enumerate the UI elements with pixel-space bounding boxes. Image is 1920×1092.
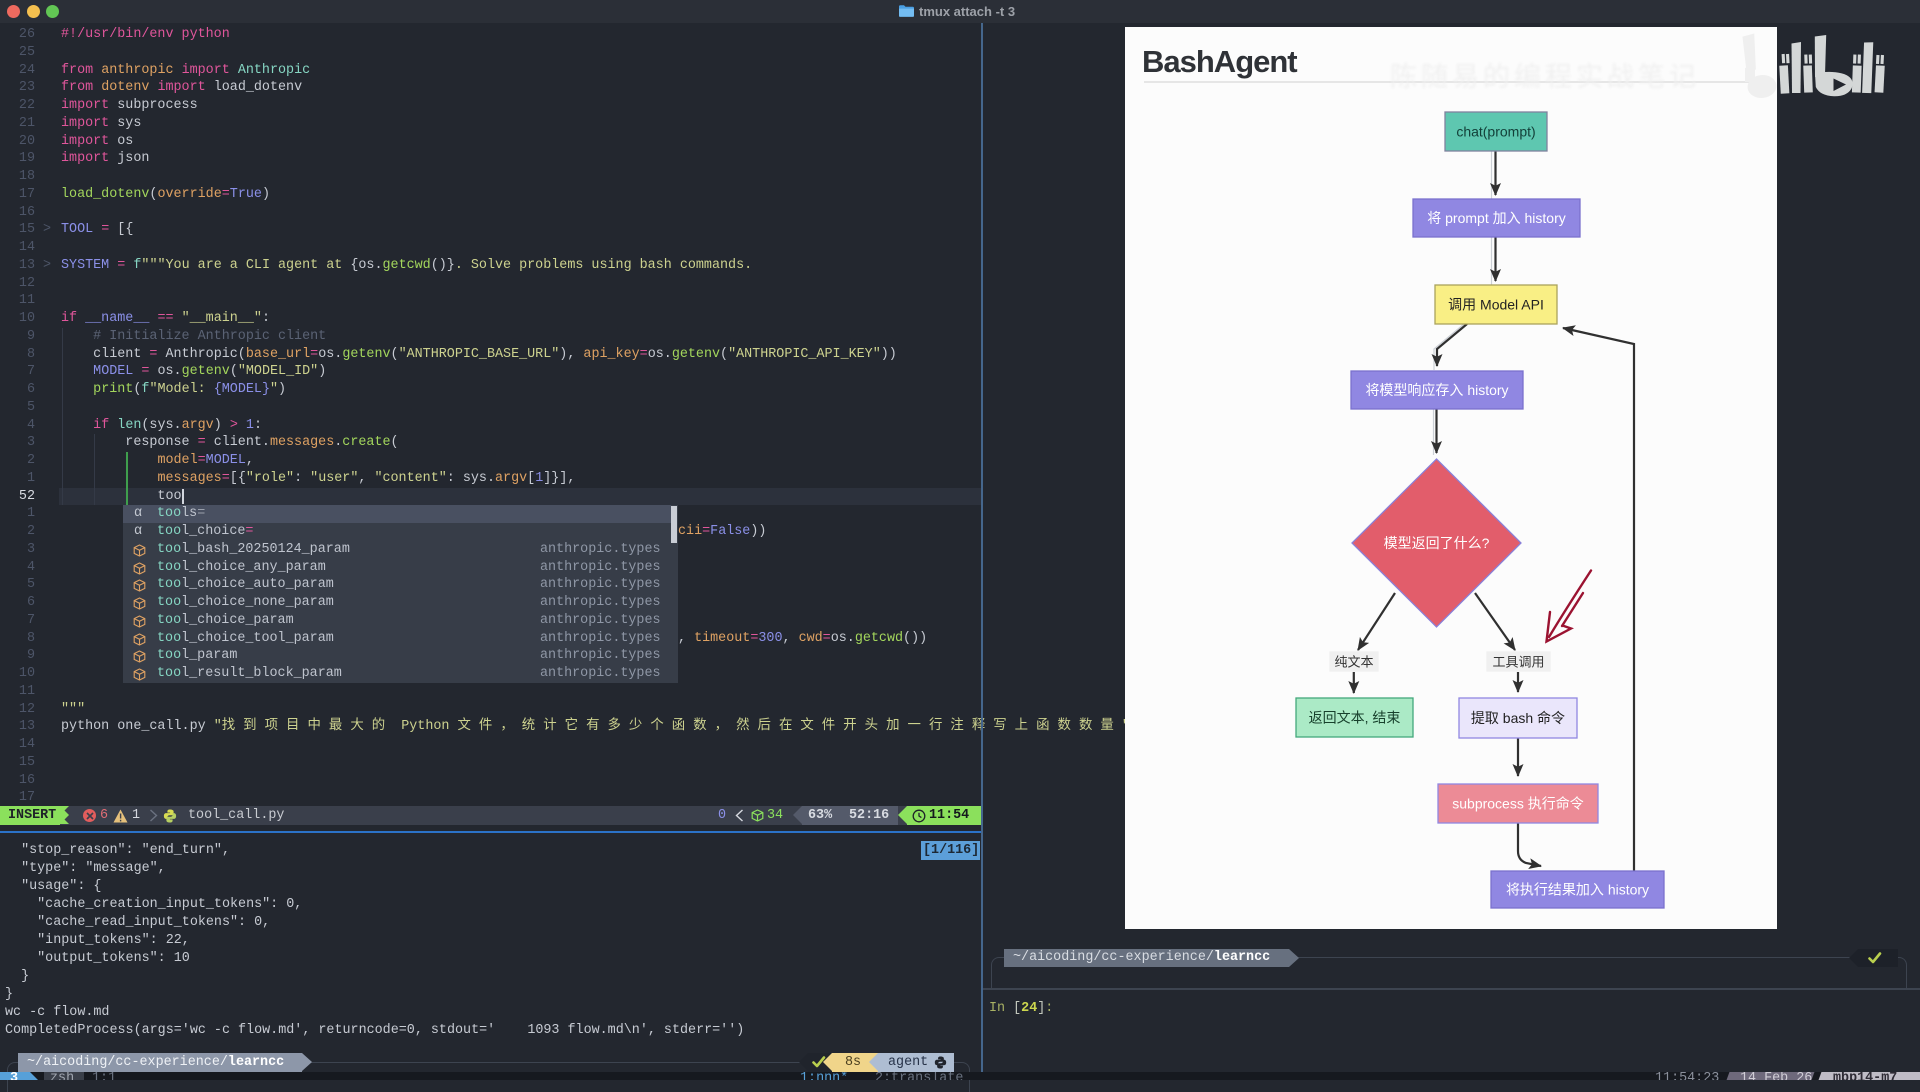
- svg-text:提取 bash 命令: 提取 bash 命令: [1471, 710, 1565, 726]
- svg-text:调用 Model API: 调用 Model API: [1448, 297, 1544, 313]
- svg-text:subprocess 执行命令: subprocess 执行命令: [1452, 796, 1583, 812]
- svg-text:chat(prompt): chat(prompt): [1456, 124, 1535, 140]
- svg-text:模型返回了什么?: 模型返回了什么?: [1384, 535, 1490, 551]
- svg-text:将 prompt 加入 history: 将 prompt 加入 history: [1427, 210, 1565, 226]
- svg-text:返回文本, 结束: 返回文本, 结束: [1309, 710, 1401, 726]
- svg-text:纯文本: 纯文本: [1334, 655, 1373, 670]
- svg-text:工具调用: 工具调用: [1492, 655, 1544, 670]
- svg-text:将模型响应存入 history: 将模型响应存入 history: [1365, 382, 1508, 398]
- svg-text:将执行结果加入 history: 将执行结果加入 history: [1506, 882, 1649, 898]
